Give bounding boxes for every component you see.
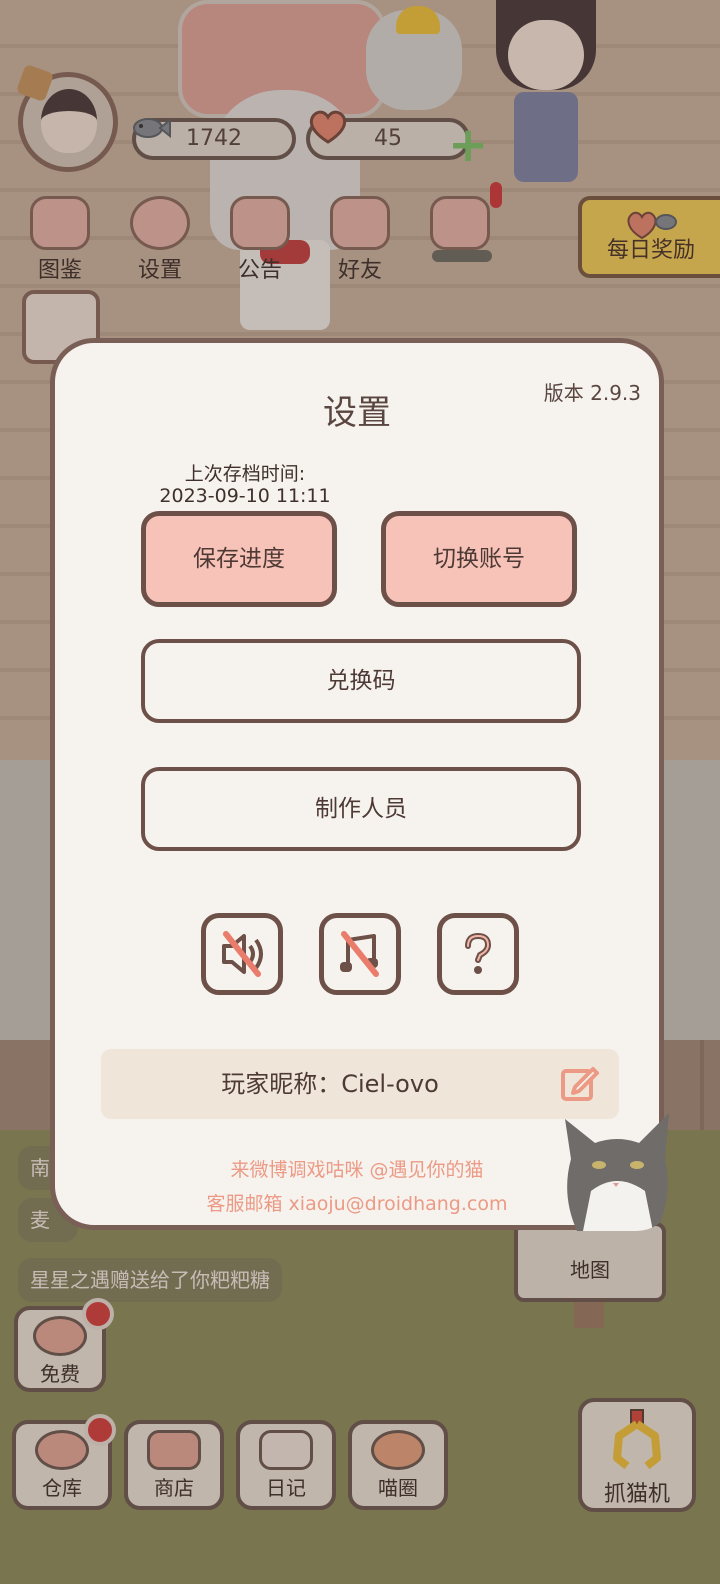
settings-dialog: 设置 版本 2.9.3 上次存档时间: 2023-09-10 11:11 保存进… — [50, 338, 669, 1231]
save-progress-button[interactable]: 保存进度 — [141, 511, 337, 607]
last-save-time: 2023-09-10 11:11 — [159, 485, 331, 507]
music-muted-icon — [340, 931, 379, 977]
nickname-bar: 玩家昵称：Ciel-ovo — [101, 1049, 619, 1119]
cat-photo — [561, 1099, 673, 1231]
help-icon — [465, 932, 492, 974]
credits-button[interactable]: 制作人员 — [141, 767, 581, 851]
redeem-code-button[interactable]: 兑换码 — [141, 639, 581, 723]
nickname-label: 玩家昵称：Ciel-ovo — [221, 1070, 439, 1098]
sound-toggle-button[interactable] — [201, 913, 283, 995]
version-label: 版本 2.9.3 — [543, 381, 641, 405]
switch-account-button[interactable]: 切换账号 — [381, 511, 577, 607]
sound-muted-icon — [222, 931, 263, 977]
help-button[interactable] — [437, 913, 519, 995]
music-toggle-button[interactable] — [319, 913, 401, 995]
last-save-label: 上次存档时间: — [184, 463, 306, 485]
